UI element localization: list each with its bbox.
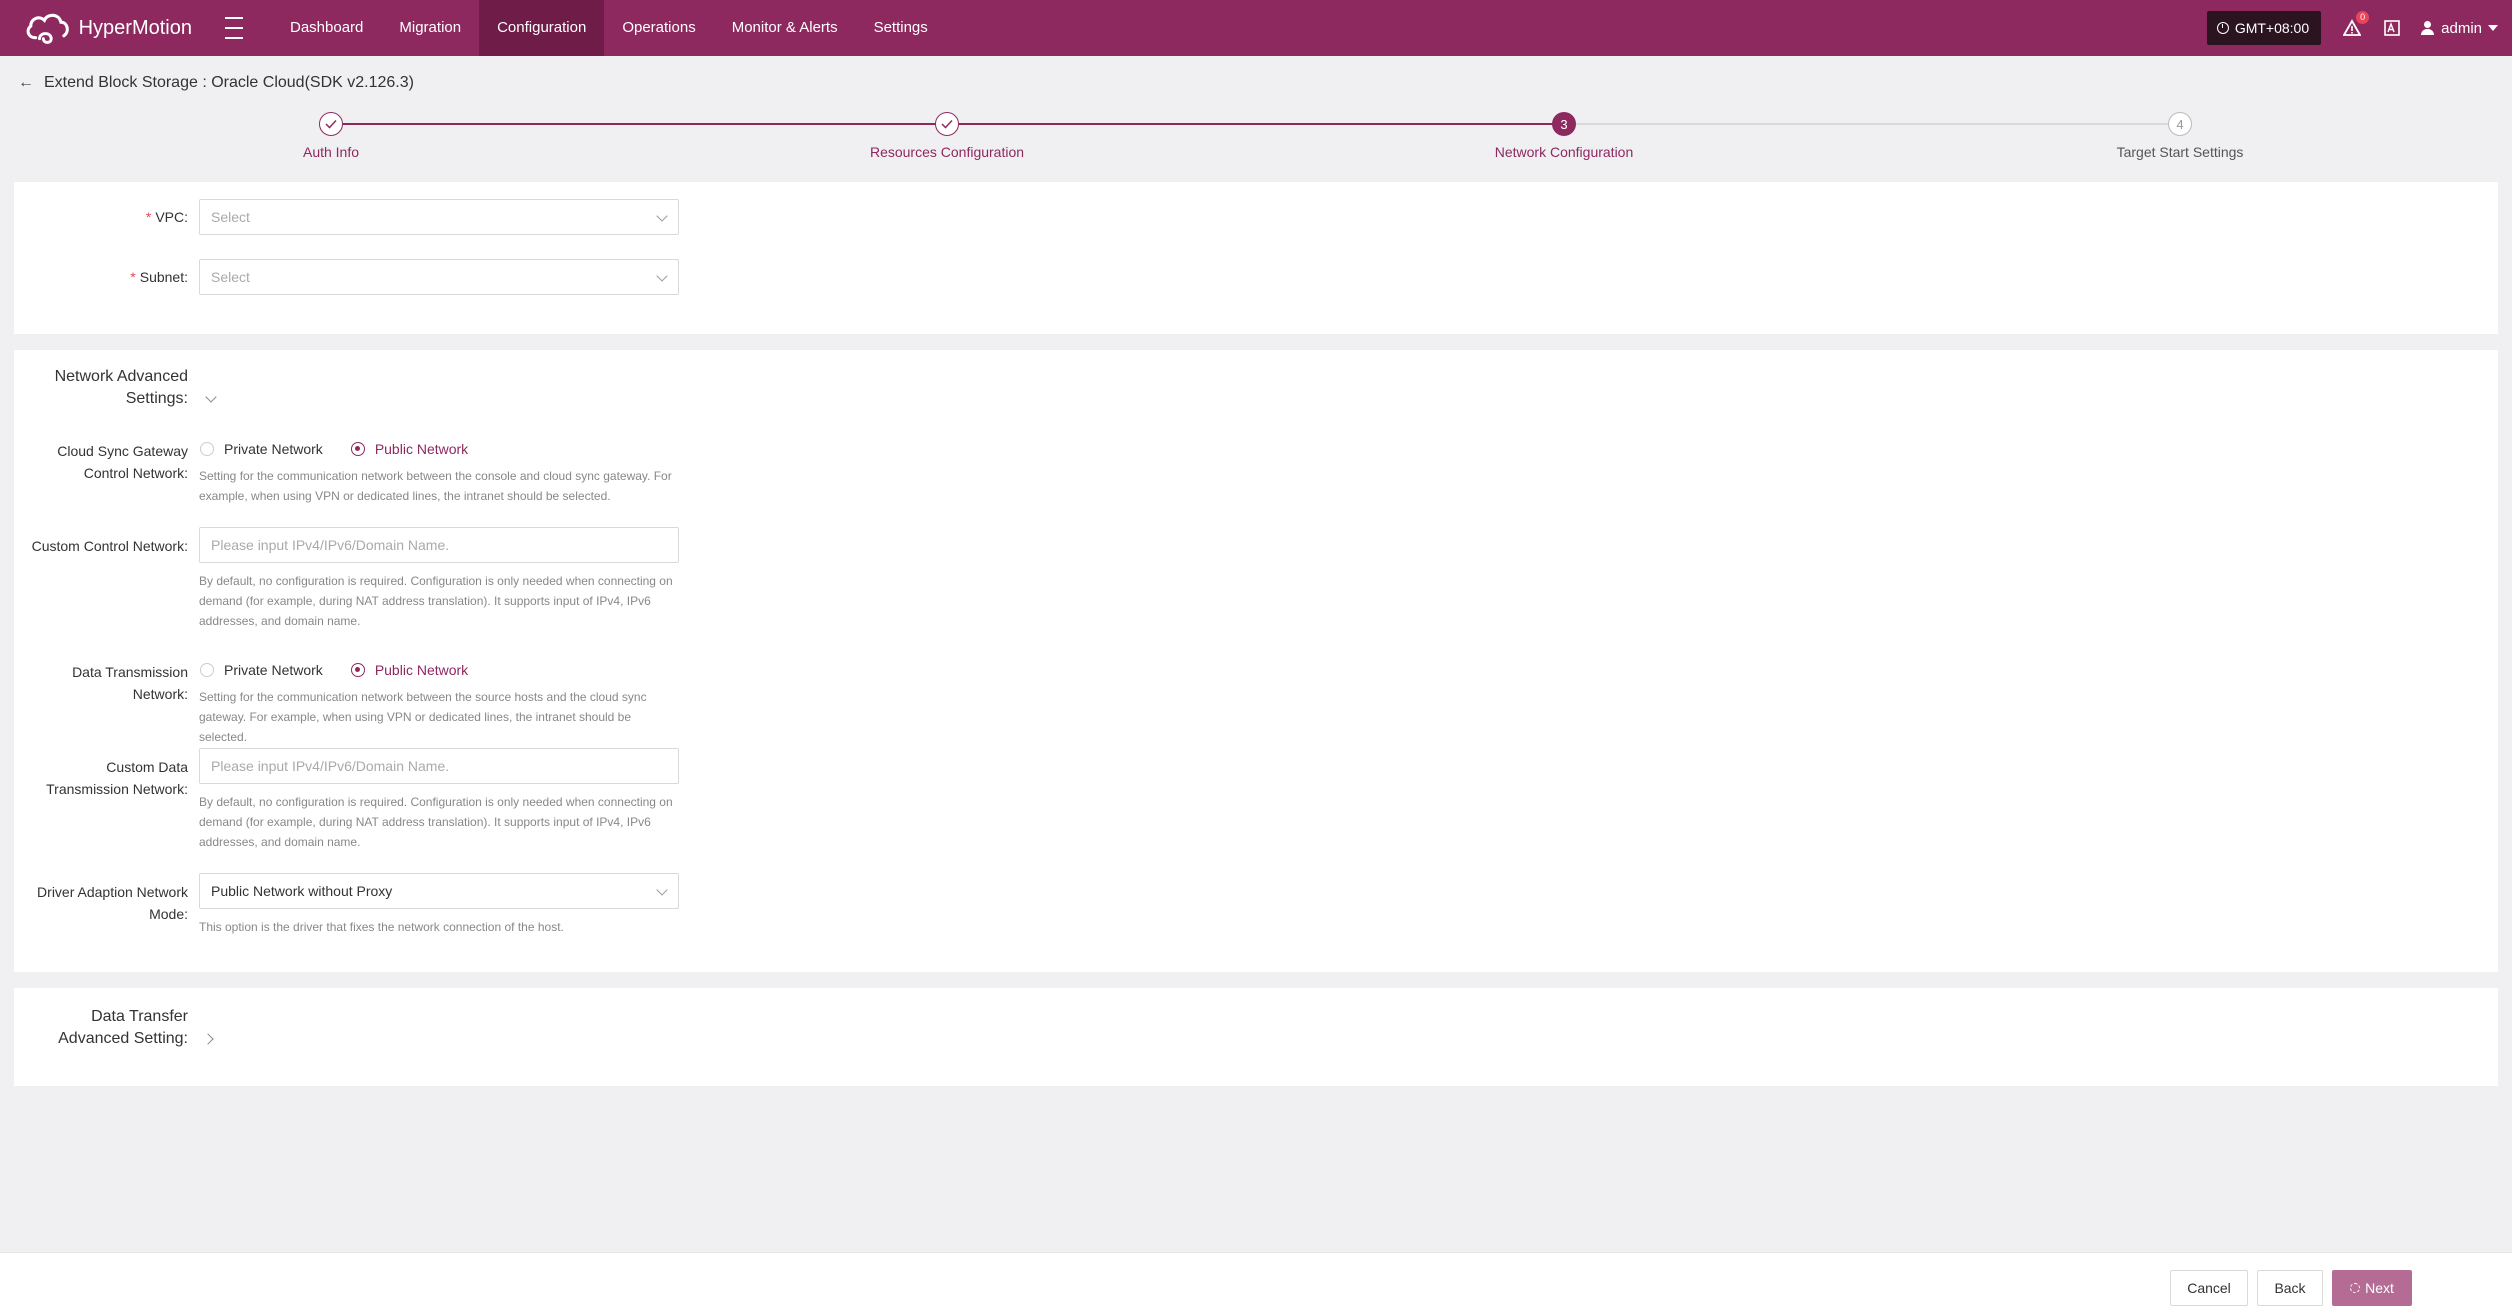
data-transmission-radio-group: Private Network Public Network <box>200 662 496 678</box>
main-nav: Dashboard Migration Configuration Operat… <box>272 0 946 56</box>
nav-dashboard[interactable]: Dashboard <box>272 0 381 56</box>
custom-control-network-input[interactable] <box>199 527 679 563</box>
step-connector-2 <box>959 123 1563 125</box>
wizard-footer: Cancel Back Next <box>0 1252 2512 1314</box>
top-navigation-bar: HyperMotion Dashboard Migration Configur… <box>0 0 2512 56</box>
data-transmission-network-label: Data Transmission Network: <box>72 664 188 702</box>
chevron-down-icon <box>656 210 668 222</box>
nav-settings[interactable]: Settings <box>856 0 946 56</box>
nav-monitor-alerts[interactable]: Monitor & Alerts <box>714 0 856 56</box>
step-connector-3 <box>1576 123 2179 125</box>
vpc-label: * VPC: <box>145 209 188 225</box>
loading-gear-icon <box>2350 1283 2361 1293</box>
timezone-label: GMT+08:00 <box>2234 20 2310 36</box>
vpc-select[interactable]: Select <box>199 199 679 235</box>
timezone-button[interactable]: GMT+08:00 <box>2206 11 2322 45</box>
custom-control-network-label: Custom Control Network: <box>31 538 188 554</box>
alert-count-badge: 0 <box>2356 11 2370 24</box>
page-title: Extend Block Storage : Oracle Cloud(SDK … <box>44 74 414 91</box>
subnet-label: * Subnet: <box>130 269 188 285</box>
hamburger-menu-icon[interactable] <box>220 17 248 39</box>
cancel-button[interactable]: Cancel <box>2170 1270 2248 1306</box>
network-advanced-title: Network Advanced Settings: <box>54 368 188 407</box>
page-header: ← Extend Block Storage : Oracle Cloud(SD… <box>18 74 414 92</box>
step-3-number: 3 <box>1552 112 1576 136</box>
cloud-logo-icon <box>26 13 69 44</box>
step-3-label: Network Configuration <box>1494 144 1634 160</box>
back-button[interactable]: Back <box>2257 1270 2323 1306</box>
step-1-label: Auth Info <box>302 144 360 160</box>
back-arrow-icon[interactable]: ← <box>18 74 34 92</box>
translate-icon <box>2384 20 2400 36</box>
gateway-network-hint: Setting for the communication network be… <box>199 469 672 503</box>
nav-migration[interactable]: Migration <box>381 0 479 56</box>
language-icon[interactable] <box>2381 17 2403 39</box>
data-transfer-advanced-title: Data Transfer Advanced Setting: <box>58 1008 188 1047</box>
user-menu[interactable]: admin <box>2421 20 2498 37</box>
chevron-right-icon[interactable] <box>202 1033 214 1045</box>
driver-adaption-mode-label: Driver Adaption Network Mode: <box>37 884 188 922</box>
driver-adaption-hint: This option is the driver that fixes the… <box>199 920 564 934</box>
driver-adaption-mode-select[interactable]: Public Network without Proxy <box>199 873 679 909</box>
user-icon <box>2421 21 2435 35</box>
top-right-controls: GMT+08:00 0 admin <box>2206 0 2512 56</box>
nav-configuration[interactable]: Configuration <box>479 0 605 56</box>
wizard-steps: Auth Info Resources Configuration 3 Netw… <box>0 112 2512 162</box>
data-private-network-radio[interactable]: Private Network <box>200 662 323 678</box>
chevron-down-icon <box>656 270 668 282</box>
gateway-private-network-radio[interactable]: Private Network <box>200 441 323 457</box>
step-2-check-icon <box>935 112 959 136</box>
network-advanced-panel: Network Advanced Settings: Cloud Sync Ga… <box>14 350 2498 972</box>
clock-icon <box>2216 22 2229 34</box>
step-1-check-icon <box>319 112 343 136</box>
chevron-down-icon <box>2488 25 2498 31</box>
gateway-control-network-radio-group: Private Network Public Network <box>200 441 496 457</box>
data-public-network-radio[interactable]: Public Network <box>350 662 468 678</box>
network-basic-panel: * VPC: Select * Subnet: Select <box>14 182 2498 334</box>
gateway-control-network-label: Cloud Sync Gateway Control Network: <box>57 443 188 481</box>
nav-operations[interactable]: Operations <box>604 0 713 56</box>
user-name: admin <box>2441 19 2482 37</box>
next-button[interactable]: Next <box>2332 1270 2412 1306</box>
chevron-down-icon[interactable] <box>205 391 217 403</box>
step-connector-1 <box>343 123 946 125</box>
alert-bell-icon[interactable]: 0 <box>2341 11 2370 39</box>
data-transfer-advanced-panel: Data Transfer Advanced Setting: <box>14 988 2498 1086</box>
gateway-public-network-radio[interactable]: Public Network <box>350 441 468 457</box>
step-4-label: Target Start Settings <box>2116 144 2244 160</box>
custom-data-transmission-input[interactable] <box>199 748 679 784</box>
step-4-number: 4 <box>2168 112 2192 136</box>
custom-control-network-hint: By default, no configuration is required… <box>199 574 673 628</box>
app-name: HyperMotion <box>78 16 192 39</box>
chevron-down-icon <box>656 884 668 896</box>
step-2-label: Resources Configuration <box>869 144 1025 160</box>
subnet-select[interactable]: Select <box>199 259 679 295</box>
data-transmission-hint: Setting for the communication network be… <box>199 690 647 744</box>
custom-data-transmission-label: Custom Data Transmission Network: <box>46 759 188 797</box>
custom-data-transmission-hint: By default, no configuration is required… <box>199 795 673 849</box>
app-logo[interactable]: HyperMotion <box>22 8 192 48</box>
